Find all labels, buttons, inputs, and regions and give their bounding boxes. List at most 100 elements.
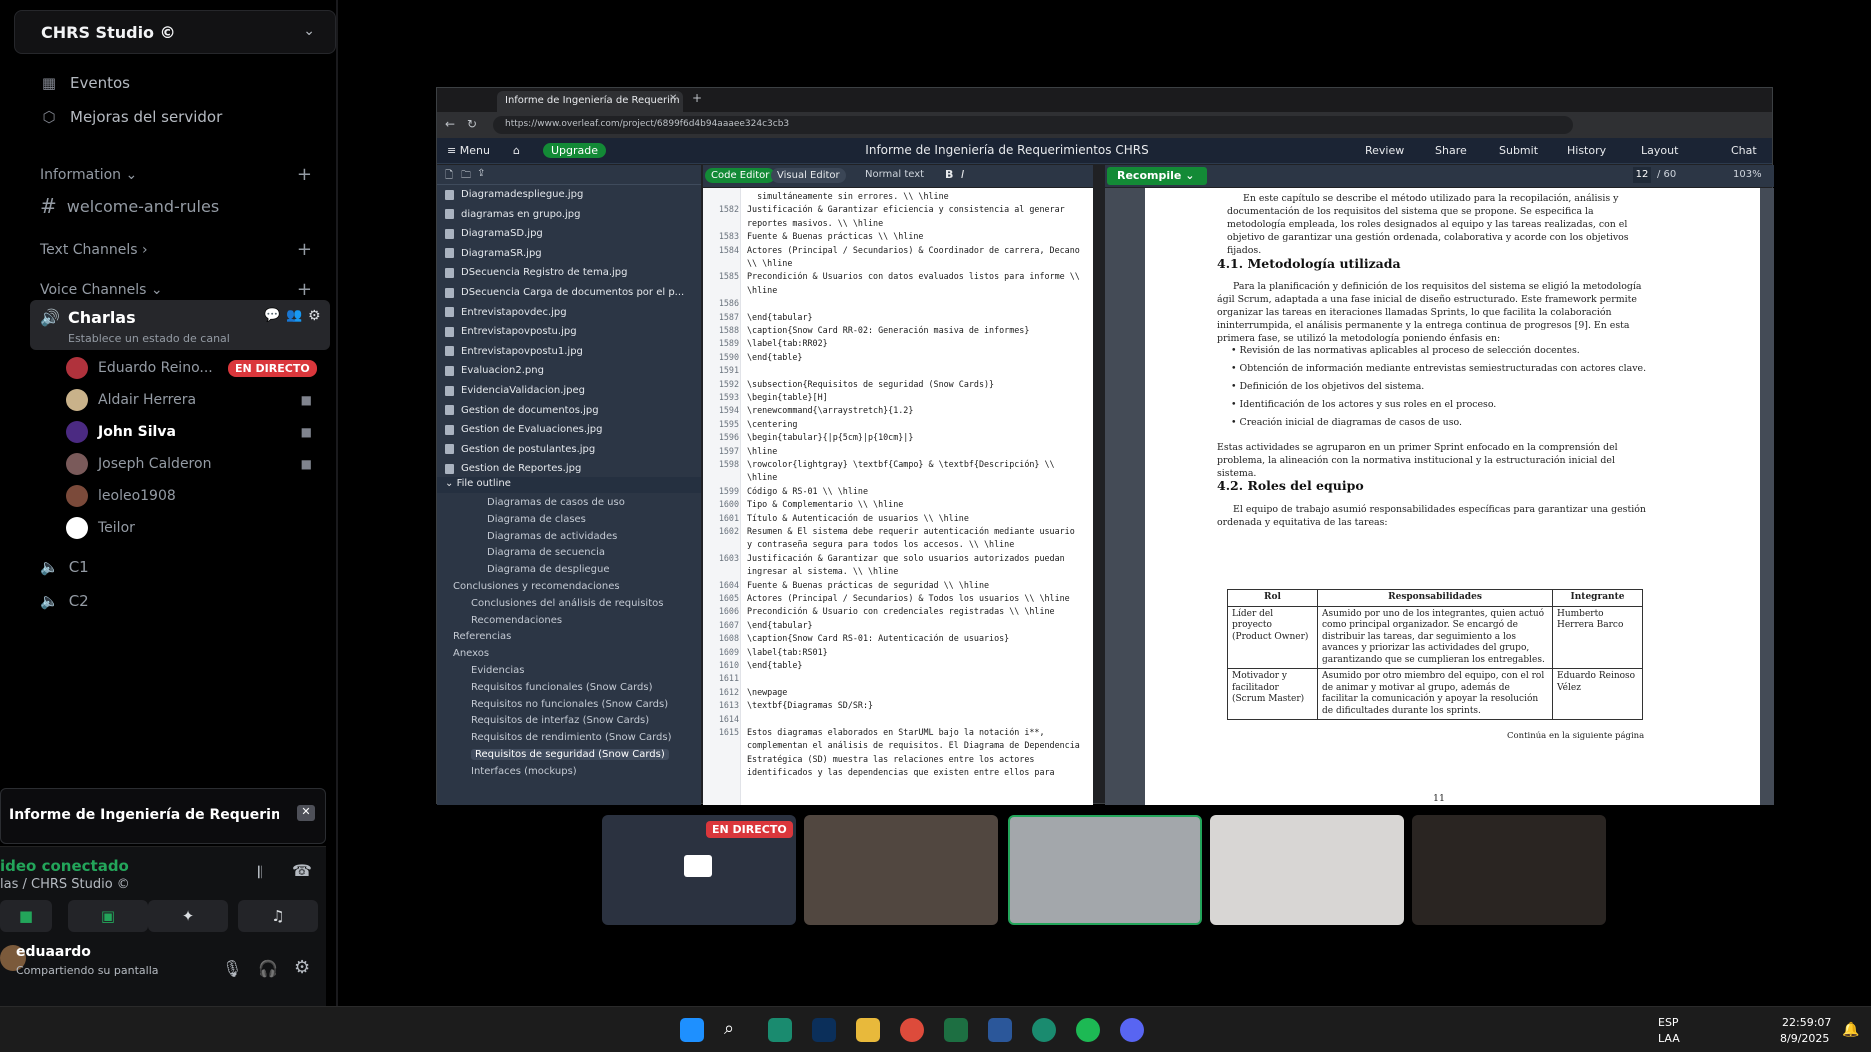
chat-icon[interactable]: 💬: [264, 308, 280, 323]
code-line[interactable]: 1587 \end{tabular}: [709, 311, 1089, 324]
video-tile-participant[interactable]: [804, 815, 998, 925]
history-button[interactable]: History: [1567, 144, 1606, 157]
new-folder-icon[interactable]: 🗀: [461, 168, 471, 185]
gear-icon[interactable]: ⚙: [308, 308, 321, 324]
file-outline-header[interactable]: ⌄ File outline: [437, 477, 701, 493]
code-line[interactable]: 1582 Justificación & Garantizar eficienci…: [709, 203, 1089, 216]
gear-icon[interactable]: ⚙: [294, 957, 310, 978]
outline-item[interactable]: Evidencias: [471, 665, 524, 676]
outline-item[interactable]: Anexos: [453, 648, 489, 659]
notification-icon[interactable]: 🔔: [1842, 1022, 1859, 1038]
code-line[interactable]: 1583 Fuente & Buenas prácticas \\ \hline: [709, 230, 1089, 243]
channel-welcome-and-rules[interactable]: # welcome-and-rules: [40, 194, 219, 218]
outline-item[interactable]: Diagramas de casos de uso: [487, 497, 625, 508]
close-icon[interactable]: ✕: [669, 93, 677, 104]
disconnect-icon[interactable]: ☎: [292, 861, 312, 880]
upload-icon[interactable]: ⇪: [477, 168, 485, 179]
voice-user[interactable]: John Silva ■: [66, 420, 326, 444]
voice-user[interactable]: leoleo1908: [66, 484, 326, 508]
code-line[interactable]: 1600 Tipo & Complementario \\ \hline: [709, 498, 1089, 511]
url-input[interactable]: https://www.overleaf.com/project/6899f6d…: [493, 116, 1573, 134]
category-information[interactable]: Information ⌄: [40, 167, 137, 183]
code-line[interactable]: 1598 \rowcolor{lightgray} \textbf{Campo} …: [709, 458, 1089, 471]
code-line[interactable]: 1592 \subsection{Requisitos de seguridad …: [709, 378, 1089, 391]
visual-editor-toggle[interactable]: Visual Editor: [771, 168, 846, 183]
code-line[interactable]: 1606 Precondición & Usuario con credencia…: [709, 605, 1089, 618]
file-item[interactable]: DiagramaSD.jpg: [445, 228, 543, 239]
outline-item[interactable]: Requisitos de interfaz (Snow Cards): [471, 715, 649, 726]
file-item[interactable]: DSecuencia Carga de documentos por el p.…: [445, 287, 684, 298]
code-line[interactable]: Estratégica (SD) muestra las relaciones …: [709, 753, 1089, 766]
outline-item[interactable]: Requisitos de rendimiento (Snow Cards): [471, 732, 672, 743]
code-line[interactable]: 1594 \renewcommand{\arraystretch}{1.2}: [709, 404, 1089, 417]
file-item[interactable]: Gestion de Reportes.jpg: [445, 463, 581, 474]
activities-button[interactable]: ✦: [148, 900, 228, 932]
code-line[interactable]: 1596 \begin{tabular}{|p{5cm}|p{10cm}|}: [709, 431, 1089, 444]
code-line[interactable]: 1585 Precondición & Usuarios con datos ev…: [709, 270, 1089, 283]
upgrade-button[interactable]: Upgrade: [543, 143, 607, 158]
excel-icon[interactable]: [944, 1018, 968, 1042]
code-line[interactable]: complementan el análisis de requisitos. …: [709, 739, 1089, 752]
word-icon[interactable]: [988, 1018, 1012, 1042]
add-channel-icon[interactable]: +: [297, 239, 312, 260]
reload-icon[interactable]: ↻: [467, 117, 477, 131]
connection-location[interactable]: las / CHRS Studio ©: [0, 877, 130, 892]
browser-tab[interactable]: Informe de Ingeniería de Requerim: [497, 91, 683, 112]
chrome-icon[interactable]: [900, 1018, 924, 1042]
submit-button[interactable]: Submit: [1499, 144, 1538, 157]
code-line[interactable]: 1611: [709, 672, 1089, 685]
add-channel-icon[interactable]: +: [297, 279, 312, 300]
file-item[interactable]: DSecuencia Registro de tema.jpg: [445, 267, 627, 278]
code-line[interactable]: 1595 \centering: [709, 418, 1089, 431]
server-header[interactable]: CHRS Studio © ⌄: [14, 10, 336, 54]
code-line[interactable]: 1612 \newpage: [709, 686, 1089, 699]
file-item[interactable]: diagramas en grupo.jpg: [445, 209, 581, 220]
bold-button[interactable]: B: [945, 168, 953, 181]
input-language[interactable]: ESP: [1658, 1016, 1679, 1029]
menu-button[interactable]: ≡ Menu: [447, 144, 490, 157]
code-line[interactable]: identificados y las dependencias que exi…: [709, 766, 1089, 779]
zoom-select[interactable]: 103%: [1733, 169, 1762, 180]
file-item[interactable]: Entrevistapovpostu1.jpg: [445, 346, 583, 357]
code-line[interactable]: 1615 Estos diagramas elaborados en StarUM…: [709, 726, 1089, 739]
review-button[interactable]: Review: [1365, 144, 1404, 157]
share-screen-button[interactable]: ▣: [68, 900, 148, 932]
outline-item[interactable]: Requisitos de seguridad (Snow Cards): [471, 749, 669, 760]
headphones-icon[interactable]: 🎧: [258, 959, 278, 978]
file-item[interactable]: Entrevistapovpostu.jpg: [445, 326, 577, 337]
outline-item[interactable]: Diagramas de actividades: [487, 531, 617, 542]
close-icon[interactable]: ✕: [297, 805, 315, 821]
code-line[interactable]: 1610 \end{table}: [709, 659, 1089, 672]
code-line[interactable]: \hline: [709, 284, 1089, 297]
channel-status[interactable]: Establece un estado de canal: [68, 332, 230, 345]
code-editor-toggle[interactable]: Code Editor: [705, 168, 776, 183]
file-item[interactable]: Gestion de postulantes.jpg: [445, 444, 595, 455]
code-editor[interactable]: simultáneamente sin errores. \\ \hline 15…: [703, 188, 1093, 805]
code-line[interactable]: \hline: [709, 471, 1089, 484]
voice-user[interactable]: Teilor: [66, 516, 326, 540]
sidebar-item-events[interactable]: ▦ Eventos: [40, 74, 130, 92]
code-line[interactable]: 1603 Justificación & Garantizar que solo …: [709, 552, 1089, 565]
home-icon[interactable]: ⌂: [513, 144, 520, 157]
code-line[interactable]: 1597 \hline: [709, 445, 1089, 458]
code-line[interactable]: 1609 \label{tab:RS01}: [709, 646, 1089, 659]
outline-item[interactable]: Recomendaciones: [471, 615, 562, 626]
code-line[interactable]: 1614: [709, 713, 1089, 726]
file-item[interactable]: Entrevistapovdec.jpg: [445, 307, 567, 318]
outline-item[interactable]: Requisitos funcionales (Snow Cards): [471, 682, 652, 693]
search-icon[interactable]: ⌕: [724, 1018, 748, 1042]
chat-button[interactable]: Chat: [1731, 144, 1757, 157]
recompile-button[interactable]: Recompile ⌄: [1107, 167, 1207, 185]
file-item[interactable]: Gestion de Evaluaciones.jpg: [445, 424, 602, 435]
folder-icon[interactable]: [856, 1018, 880, 1042]
outline-item[interactable]: Diagrama de despliegue: [487, 564, 610, 575]
spotify-icon[interactable]: [1076, 1018, 1100, 1042]
share-button[interactable]: Share: [1435, 144, 1467, 157]
file-item[interactable]: Gestion de documentos.jpg: [445, 405, 599, 416]
back-icon[interactable]: ←: [445, 117, 455, 131]
clock-date[interactable]: 8/9/2025: [1780, 1032, 1829, 1045]
file-item[interactable]: EvidenciaValidacion.jpeg: [445, 385, 585, 396]
code-line[interactable]: ingresar al sistema. \\ \hline: [709, 565, 1089, 578]
photoshop-icon[interactable]: [812, 1018, 836, 1042]
soundboard-button[interactable]: ♫: [238, 900, 318, 932]
